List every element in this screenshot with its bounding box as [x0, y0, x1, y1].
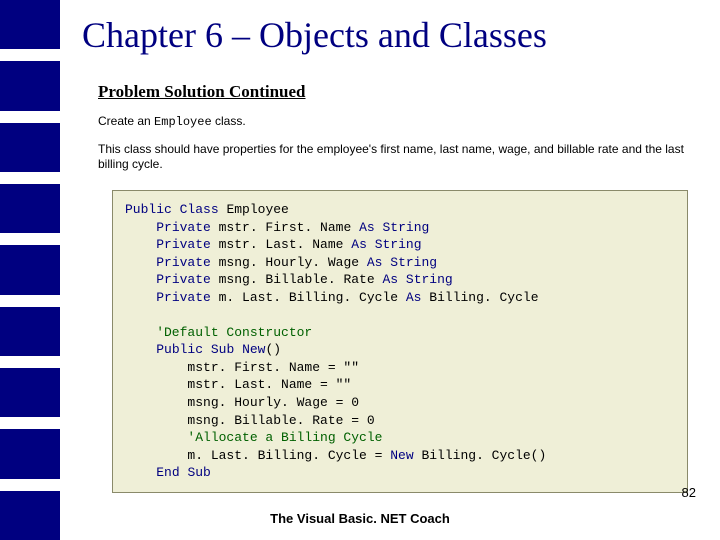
keyword: As — [351, 237, 367, 252]
comment: 'Default Constructor — [125, 325, 312, 340]
keyword: As — [382, 272, 398, 287]
keyword: As — [359, 220, 375, 235]
code-text — [234, 342, 242, 357]
keyword: New — [242, 342, 265, 357]
code-text — [125, 255, 156, 270]
code-text: m. Last. Billing. Cycle = — [125, 448, 390, 463]
sidebar-block — [0, 123, 60, 172]
code-text: mstr. First. Name — [211, 220, 359, 235]
keyword: Sub — [211, 342, 234, 357]
code-text: m. Last. Billing. Cycle — [211, 290, 406, 305]
code-text — [398, 272, 406, 287]
keyword: String — [382, 220, 429, 235]
sidebar-block — [0, 368, 60, 417]
keyword: Public — [125, 202, 172, 217]
code-text: Employee — [219, 202, 289, 217]
code-inline: Employee — [154, 115, 212, 129]
instruction-line-2: This class should have properties for th… — [98, 142, 690, 172]
code-text: mstr. First. Name = "" — [125, 360, 359, 375]
code-text — [203, 342, 211, 357]
code-text — [367, 237, 375, 252]
code-text — [125, 290, 156, 305]
code-text: () — [265, 342, 281, 357]
code-text — [172, 202, 180, 217]
sidebar-block — [0, 61, 60, 110]
sidebar-block — [0, 245, 60, 294]
keyword: Class — [180, 202, 219, 217]
code-text: msng. Hourly. Wage = 0 — [125, 395, 359, 410]
keyword: Public — [156, 342, 203, 357]
keyword: Private — [156, 255, 211, 270]
slide: Chapter 6 – Objects and Classes Problem … — [0, 0, 720, 540]
text: Create an — [98, 114, 154, 128]
section-subtitle: Problem Solution Continued — [98, 82, 306, 102]
sidebar-decoration — [0, 0, 60, 540]
keyword: As — [367, 255, 383, 270]
keyword: As — [406, 290, 422, 305]
code-text — [125, 220, 156, 235]
code-text — [125, 272, 156, 287]
code-text: Billing. Cycle() — [414, 448, 547, 463]
code-text — [125, 342, 156, 357]
sidebar-block — [0, 0, 60, 49]
keyword: New — [390, 448, 413, 463]
sidebar-block — [0, 429, 60, 478]
text: class. — [212, 114, 246, 128]
code-text: Billing. Cycle — [421, 290, 538, 305]
keyword: String — [375, 237, 422, 252]
chapter-title: Chapter 6 – Objects and Classes — [82, 14, 547, 56]
sidebar-block — [0, 307, 60, 356]
code-text: msng. Billable. Rate — [211, 272, 383, 287]
code-text: msng. Billable. Rate = 0 — [125, 413, 375, 428]
page-number: 82 — [682, 485, 696, 500]
keyword: Private — [156, 272, 211, 287]
instruction-line-1: Create an Employee class. — [98, 114, 246, 129]
keyword: String — [406, 272, 453, 287]
code-text: mstr. Last. Name — [211, 237, 351, 252]
code-text — [125, 465, 156, 480]
keyword: Private — [156, 290, 211, 305]
code-block: Public Class Employee Private mstr. Firs… — [112, 190, 688, 493]
keyword: Private — [156, 220, 211, 235]
keyword: End — [156, 465, 179, 480]
code-text: mstr. Last. Name = "" — [125, 377, 351, 392]
footer-text: The Visual Basic. NET Coach — [0, 511, 720, 526]
comment: 'Allocate a Billing Cycle — [125, 430, 382, 445]
code-text: msng. Hourly. Wage — [211, 255, 367, 270]
keyword: String — [390, 255, 437, 270]
sidebar-block — [0, 184, 60, 233]
keyword: Private — [156, 237, 211, 252]
keyword: Sub — [187, 465, 210, 480]
code-text — [125, 237, 156, 252]
